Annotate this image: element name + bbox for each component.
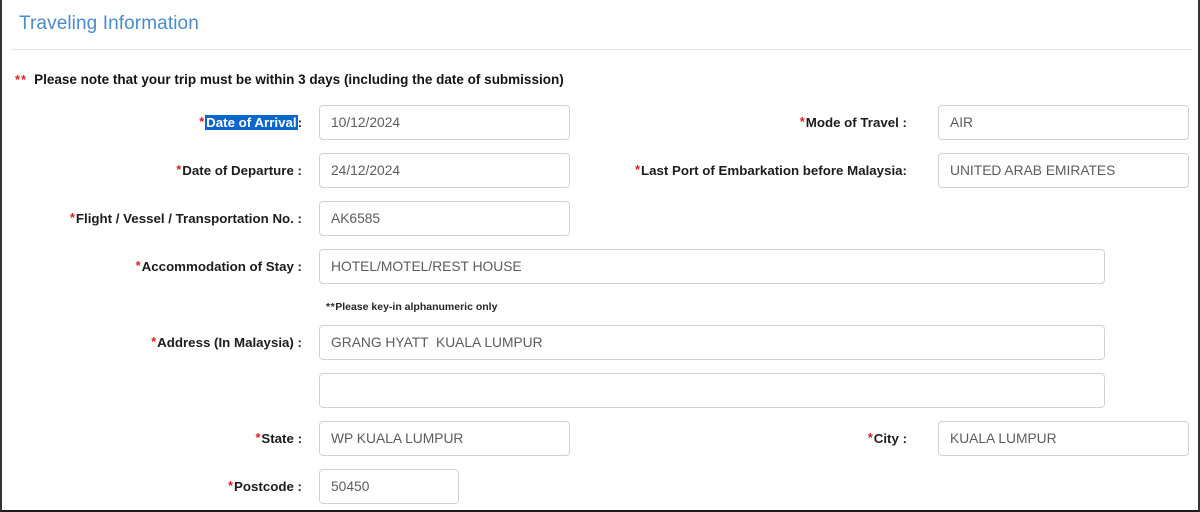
last-port-of-embarkation-label: *Last Port of Embarkation before Malaysi… bbox=[622, 160, 907, 181]
page-title: Traveling Information bbox=[19, 13, 199, 34]
address-in-malaysia-label: *Address (In Malaysia) : bbox=[12, 332, 302, 353]
date-of-arrival-label-text: Date of Arrival bbox=[205, 115, 298, 130]
date-of-departure-label: *Date of Departure : bbox=[12, 160, 302, 181]
traveling-information-page: Traveling Information ** Please note that… bbox=[0, 0, 1200, 512]
address-line-2-input[interactable] bbox=[319, 373, 1105, 408]
flight-vessel-label-text: Flight / Vessel / Transportation No. : bbox=[75, 211, 302, 226]
city-input[interactable] bbox=[938, 421, 1189, 456]
city-label-text: City : bbox=[873, 431, 907, 446]
required-marker: * bbox=[255, 431, 261, 445]
mode-of-travel-input[interactable] bbox=[938, 105, 1189, 140]
alphanumeric-hint: **Please key-in alphanumeric only bbox=[326, 301, 497, 313]
required-marker: * bbox=[135, 259, 141, 273]
mode-of-travel-label-text: Mode of Travel : bbox=[805, 115, 907, 130]
date-of-arrival-label: * Date of Arrival: bbox=[12, 112, 302, 133]
required-marker: * bbox=[228, 479, 234, 493]
required-marker: * bbox=[70, 211, 75, 225]
required-marker: * bbox=[635, 163, 640, 177]
postcode-label: *Postcode : bbox=[12, 476, 302, 497]
accommodation-of-stay-label: *Accommodation of Stay : bbox=[12, 256, 302, 277]
state-label-text: State : bbox=[261, 431, 302, 446]
hint-asterisk-icon: ** bbox=[326, 301, 336, 313]
postcode-input[interactable] bbox=[319, 469, 459, 504]
last-port-label-text: Last Port of Embarkation before Malaysia… bbox=[640, 163, 907, 178]
state-label: *State : bbox=[12, 428, 302, 449]
hint-text: Please key-in alphanumeric only bbox=[335, 301, 498, 313]
required-marker: * bbox=[799, 115, 805, 129]
postcode-label-text: Postcode : bbox=[234, 479, 302, 494]
state-input[interactable] bbox=[319, 421, 570, 456]
mode-of-travel-label: *Mode of Travel : bbox=[622, 112, 907, 133]
address-line-1-input[interactable] bbox=[319, 325, 1105, 360]
date-of-departure-input[interactable] bbox=[319, 153, 570, 188]
date-of-departure-label-text: Date of Departure : bbox=[182, 163, 302, 178]
note-text: Please note that your trip must be withi… bbox=[34, 72, 564, 87]
date-of-arrival-colon: : bbox=[297, 115, 302, 130]
city-label: *City : bbox=[622, 428, 907, 449]
address-label-text: Address (In Malaysia) : bbox=[157, 335, 302, 350]
flight-vessel-transportation-input[interactable] bbox=[319, 201, 570, 236]
required-marker: * bbox=[176, 163, 182, 177]
accommodation-label-text: Accommodation of Stay : bbox=[141, 259, 302, 274]
note-asterisk-icon: ** bbox=[15, 72, 28, 87]
trip-duration-note: ** Please note that your trip must be wit… bbox=[15, 72, 564, 87]
required-marker: * bbox=[151, 335, 157, 349]
date-of-arrival-input[interactable] bbox=[319, 105, 570, 140]
flight-vessel-transportation-label: *Flight / Vessel / Transportation No. : bbox=[12, 208, 302, 229]
required-marker: * bbox=[867, 431, 873, 445]
title-divider bbox=[11, 49, 1192, 50]
last-port-of-embarkation-input[interactable] bbox=[938, 153, 1189, 188]
required-marker: * bbox=[199, 115, 205, 129]
accommodation-of-stay-input[interactable] bbox=[319, 249, 1105, 284]
